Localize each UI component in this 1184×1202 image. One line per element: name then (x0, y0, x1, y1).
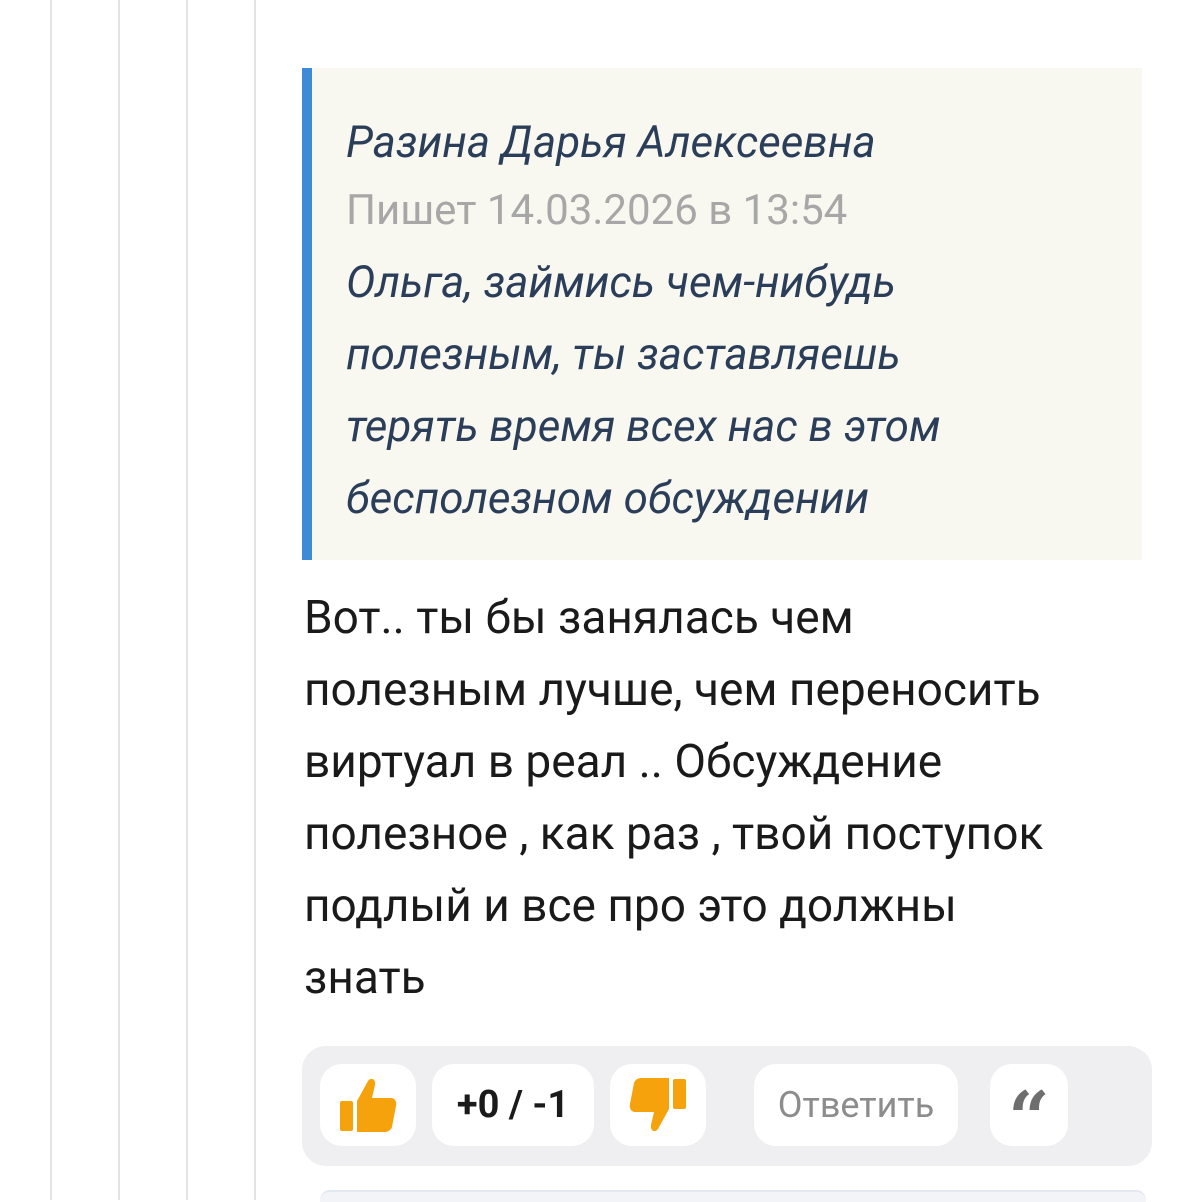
comment-text-line: Вот.. ты бы занялась чем (304, 591, 854, 645)
dislike-button[interactable] (610, 1064, 706, 1146)
thread-line-2 (118, 0, 120, 1200)
quote-text-line: терять время всех нас в этом (346, 400, 941, 452)
comment-text-line: подлый и все про это должны (304, 879, 957, 933)
quote-text-line: Ольга, займись чем-нибудь (346, 256, 896, 308)
thumbs-up-icon (340, 1078, 397, 1132)
comment-text-line: знать (304, 951, 426, 1005)
comment-text-line: полезное , как раз , твой поступок (304, 807, 1044, 861)
quote-text-line: бесполезном обсуждении (346, 472, 870, 524)
thumbs-down-icon (629, 1078, 686, 1132)
thread-line-1 (50, 0, 52, 1200)
comment-action-bar: +0 / -1 Ответить “ (302, 1046, 1152, 1166)
quote-button[interactable]: “ (990, 1064, 1068, 1154)
thread-line-4 (254, 0, 256, 1200)
thread-line-3 (186, 0, 188, 1200)
quote-text-line: полезным, ты заставляешь (346, 328, 901, 380)
comment-text-line: виртуал в реал .. Обсуждение (304, 735, 943, 789)
quote-timestamp: Пишет 14.03.2026 в 13:54 (346, 186, 848, 235)
reply-button[interactable]: Ответить (754, 1064, 958, 1146)
comment-text: Вот.. ты бы занялась чем полезным лучше,… (304, 582, 1164, 1014)
quoted-message: Разина Дарья Алексеевна Пишет 14.03.2026… (302, 68, 1142, 560)
next-comment-edge (320, 1190, 1146, 1202)
comment-text-line: полезным лучше, чем переносить (304, 663, 1041, 717)
quote-author[interactable]: Разина Дарья Алексеевна (346, 108, 1118, 176)
like-button[interactable] (320, 1064, 416, 1146)
vote-score: +0 / -1 (432, 1064, 594, 1146)
quote-icon: “ (1008, 1075, 1050, 1160)
